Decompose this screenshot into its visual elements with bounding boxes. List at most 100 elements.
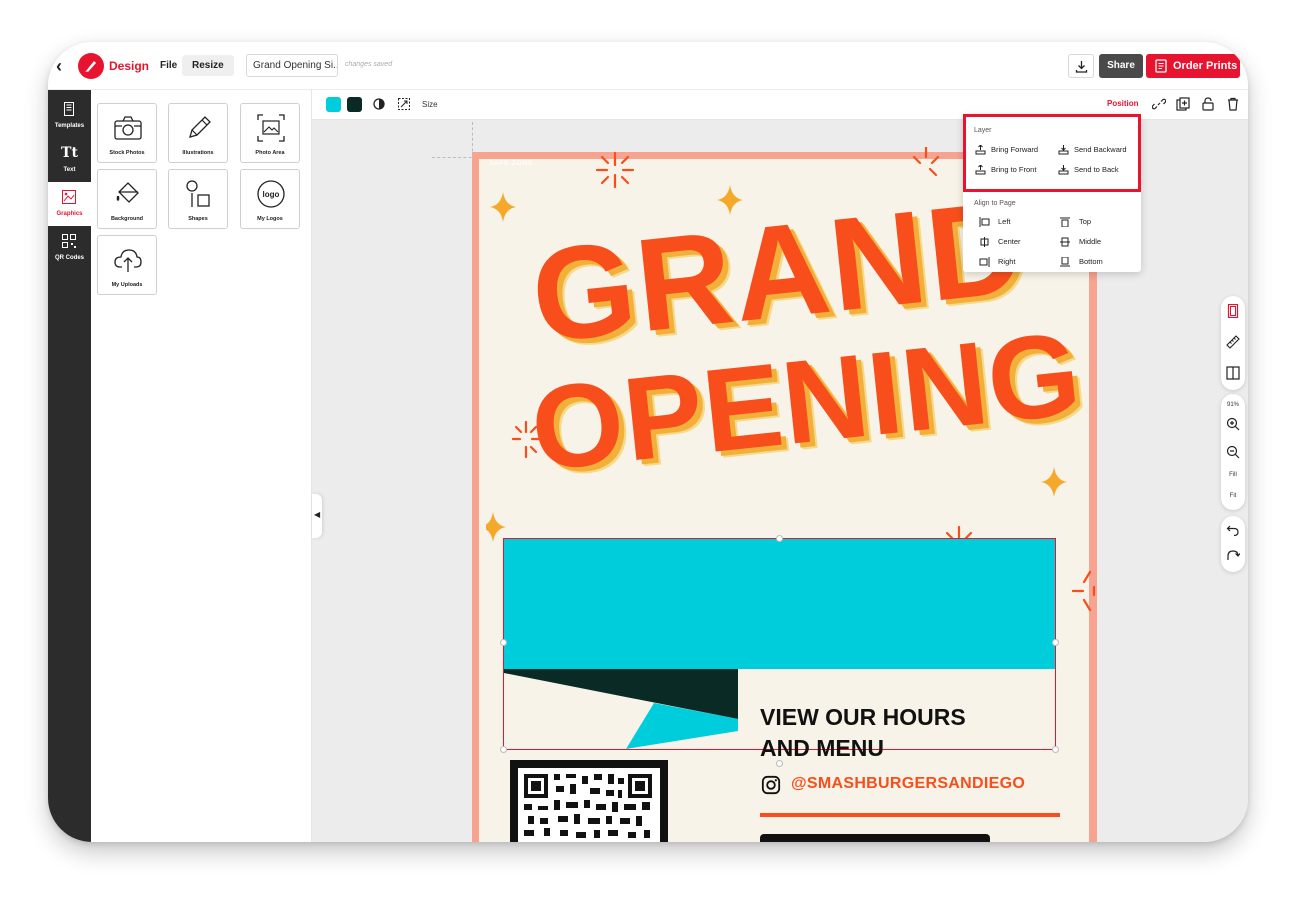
top-bar: ‹ Design File Resize Grand Opening Si...… bbox=[48, 42, 1248, 90]
align-middle-item[interactable]: Middle bbox=[1060, 236, 1101, 248]
paint-bucket-icon bbox=[116, 182, 139, 203]
tile-illustrations[interactable]: Illustrations bbox=[168, 103, 228, 163]
burst-icon bbox=[1071, 570, 1096, 612]
tile-label: Shapes bbox=[188, 216, 208, 222]
zoom-in-icon[interactable] bbox=[1226, 417, 1240, 431]
trash-icon[interactable] bbox=[1226, 97, 1240, 111]
tile-label: Stock Photos bbox=[109, 150, 145, 156]
camera-icon bbox=[114, 116, 142, 140]
rail-item-text[interactable]: Tt Text bbox=[48, 138, 91, 182]
tile-label: Background bbox=[110, 216, 144, 222]
view-controls bbox=[1221, 296, 1245, 390]
tile-label: Photo Area bbox=[255, 150, 285, 156]
burst-icon bbox=[595, 151, 635, 189]
logo-glyph: logo bbox=[263, 190, 280, 199]
qr-icon bbox=[62, 234, 76, 248]
tile-label: My Logos bbox=[257, 216, 283, 222]
resize-handle[interactable] bbox=[776, 535, 783, 542]
zoom-fill-button[interactable]: Fill bbox=[1221, 472, 1245, 478]
share-button[interactable]: Share bbox=[1099, 54, 1143, 78]
rail-label: Graphics bbox=[56, 211, 83, 217]
rail-label: QR Codes bbox=[54, 255, 84, 261]
sparkle-icon bbox=[490, 192, 516, 222]
lock-icon[interactable] bbox=[1201, 97, 1215, 111]
tile-my-logos[interactable]: logo My Logos bbox=[240, 169, 300, 229]
size-icon[interactable] bbox=[397, 97, 411, 111]
align-top-icon bbox=[1060, 217, 1070, 227]
upload-icon bbox=[114, 249, 142, 272]
app-window: ‹ Design File Resize Grand Opening Si...… bbox=[48, 42, 1248, 842]
align-top-item[interactable]: Top bbox=[1060, 216, 1091, 228]
back-arrow-icon[interactable]: ‹ bbox=[56, 56, 70, 76]
page-view-icon[interactable] bbox=[1226, 304, 1240, 318]
position-button[interactable]: Position bbox=[1107, 99, 1139, 108]
align-right-icon bbox=[979, 257, 990, 267]
size-label[interactable]: Size bbox=[422, 100, 438, 109]
align-center-icon bbox=[980, 237, 989, 247]
color-swatch-dark[interactable] bbox=[347, 97, 362, 112]
ruler-icon[interactable] bbox=[1226, 335, 1240, 349]
resize-handle[interactable] bbox=[1052, 639, 1059, 646]
chevron-left-icon: ◀ bbox=[314, 510, 321, 519]
split-view-icon[interactable] bbox=[1226, 366, 1240, 380]
download-button[interactable] bbox=[1068, 54, 1094, 78]
rail-item-graphics[interactable]: Graphics bbox=[48, 182, 91, 226]
align-bottom-icon bbox=[1060, 257, 1070, 267]
sparkle-icon bbox=[1041, 467, 1067, 497]
logo-icon: logo bbox=[257, 180, 285, 208]
tile-photo-area[interactable]: Photo Area bbox=[240, 103, 300, 163]
rail-label: Templates bbox=[54, 123, 85, 129]
history-controls bbox=[1221, 516, 1245, 572]
graphics-icon bbox=[62, 190, 76, 204]
redo-icon[interactable] bbox=[1226, 548, 1240, 562]
align-right-item[interactable]: Right bbox=[979, 256, 1016, 268]
view-hours-text[interactable]: VIEW OUR HOURS AND MENU bbox=[760, 702, 1020, 764]
align-left-item[interactable]: Left bbox=[979, 216, 1011, 228]
link-icon[interactable] bbox=[1152, 97, 1166, 111]
align-heading: Align to Page bbox=[974, 200, 1016, 207]
order-prints-button[interactable]: Order Prints bbox=[1146, 54, 1240, 78]
tile-label: Illustrations bbox=[182, 150, 214, 156]
zoom-level: 91% bbox=[1226, 402, 1239, 408]
rail-label: Text bbox=[63, 167, 76, 173]
color-swatch-teal[interactable] bbox=[326, 97, 341, 112]
resize-handle[interactable] bbox=[500, 746, 507, 753]
app-logo-icon bbox=[78, 53, 104, 79]
document-title-input[interactable]: Grand Opening Si... bbox=[246, 54, 338, 77]
shapes-icon bbox=[186, 180, 210, 207]
tile-shapes[interactable]: Shapes bbox=[168, 169, 228, 229]
instagram-handle[interactable]: @SMASHBURGERSANDIEGO bbox=[791, 775, 1025, 793]
divider-line bbox=[760, 813, 1060, 817]
align-center-item[interactable]: Center bbox=[979, 236, 1021, 248]
duplicate-icon[interactable] bbox=[1176, 97, 1190, 111]
tile-stock-photos[interactable]: Stock Photos bbox=[97, 103, 157, 163]
resize-handle[interactable] bbox=[1052, 746, 1059, 753]
instagram-icon bbox=[761, 775, 781, 795]
resize-button[interactable]: Resize bbox=[182, 55, 234, 76]
order-prints-label: Order Prints bbox=[1173, 60, 1238, 72]
align-left-icon bbox=[979, 217, 990, 227]
tile-label: My Uploads bbox=[111, 282, 143, 288]
resize-handle[interactable] bbox=[500, 639, 507, 646]
pencil-icon bbox=[189, 116, 211, 138]
collapse-panel-button[interactable]: ◀ bbox=[312, 494, 322, 538]
app-name: Design bbox=[109, 59, 150, 73]
contrast-icon[interactable] bbox=[372, 97, 386, 111]
undo-icon[interactable] bbox=[1226, 523, 1240, 537]
rail-item-qr-codes[interactable]: QR Codes bbox=[48, 226, 91, 270]
align-middle-icon bbox=[1060, 237, 1070, 247]
qr-code[interactable] bbox=[510, 760, 668, 842]
rail-item-templates[interactable]: Templates bbox=[48, 94, 91, 138]
file-menu[interactable]: File bbox=[160, 60, 177, 71]
highlight-box bbox=[963, 114, 1141, 192]
left-rail: Templates Tt Text Graphics QR Codes bbox=[48, 90, 91, 842]
tile-my-uploads[interactable]: My Uploads bbox=[97, 235, 157, 295]
photo-area-icon bbox=[257, 114, 285, 142]
align-bottom-item[interactable]: Bottom bbox=[1060, 256, 1103, 268]
zoom-fit-button[interactable]: Fit bbox=[1221, 493, 1245, 499]
zoom-out-icon[interactable] bbox=[1226, 445, 1240, 459]
templates-icon bbox=[64, 102, 74, 116]
phone-number-partial bbox=[760, 832, 990, 842]
tile-background[interactable]: Background bbox=[97, 169, 157, 229]
graphics-panel: Stock Photos Illustrations Photo Area Ba… bbox=[91, 90, 312, 842]
